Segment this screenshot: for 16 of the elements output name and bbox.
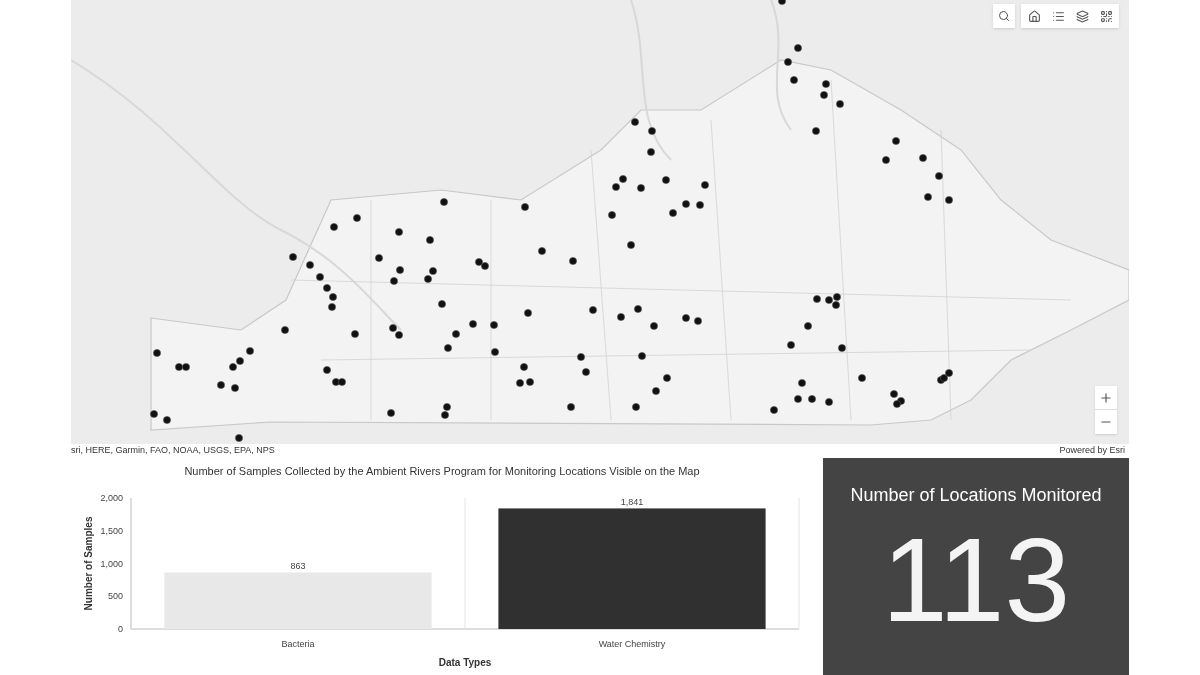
x-axis-category-label: Water Chemistry: [598, 639, 666, 649]
indicator-title: Number of Locations Monitored: [850, 484, 1102, 507]
indicator-value: 113: [881, 521, 1071, 639]
chart-title: Number of Samples Collected by the Ambient Rivers Program for Monitoring Locations Visible on the Map: [183, 464, 701, 479]
y-axis-tick-label: 1,500: [100, 525, 123, 536]
y-axis-tick-label: 1,000: [100, 558, 123, 569]
y-axis-tick-label: 2,000: [100, 493, 123, 503]
x-axis-category-label: Bacteria: [281, 639, 315, 649]
bar-value-label: 1,841: [620, 497, 644, 508]
powered-by-text: Powered by Esri: [1059, 443, 1125, 457]
bar-value-label: 863: [290, 561, 306, 572]
y-axis-tick-label: 0: [118, 624, 123, 634]
y-axis-title: Number of Samples: [83, 516, 94, 611]
y-axis-tick-label: 500: [107, 591, 123, 602]
x-axis-title: Data Types: [438, 657, 492, 668]
map-attribution: sri, HERE, Garmin, FAO, NOAA, USGS, EPA, NPS: [71, 443, 275, 457]
